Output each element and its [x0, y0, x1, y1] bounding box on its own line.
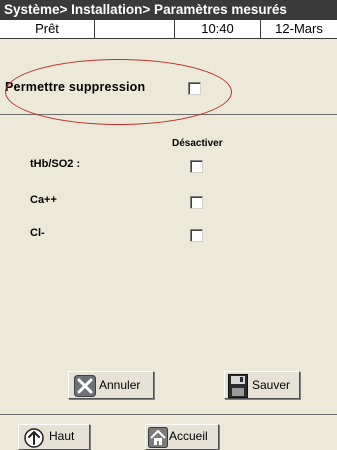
footer-separator: [0, 414, 337, 415]
save-label: Sauver: [252, 378, 291, 392]
up-label: Haut: [49, 429, 75, 443]
home-label: Accueil: [169, 429, 208, 443]
cancel-button[interactable]: Annuler: [68, 371, 154, 399]
status-time: 10:40: [174, 20, 260, 38]
home-button[interactable]: Accueil: [145, 424, 219, 450]
param-label-thb-so2: tHb/SO2 :: [30, 158, 81, 170]
home-icon: [148, 427, 168, 448]
param-label-ca: Ca++: [30, 194, 57, 206]
param-checkbox-ca[interactable]: [190, 196, 203, 209]
up-button[interactable]: Haut: [18, 424, 90, 450]
status-date: 12-Mars: [260, 20, 337, 38]
arrow-up-icon: [24, 428, 44, 448]
cancel-label: Annuler: [99, 378, 141, 392]
page-title: Système> Installation> Paramètres mesuré…: [0, 0, 337, 20]
close-x-icon: [74, 375, 96, 397]
status-bar: Prêt 10:40 12-Mars: [0, 20, 337, 39]
floppy-disk-icon: [228, 374, 248, 398]
highlight-oval: [5, 59, 232, 125]
status-state: Prêt: [35, 21, 59, 36]
param-checkbox-cl[interactable]: [190, 229, 203, 242]
status-empty-field: [94, 20, 174, 38]
param-checkbox-thb-so2[interactable]: [190, 160, 203, 173]
save-button[interactable]: Sauver: [224, 371, 300, 399]
param-label-cl: Cl-: [30, 227, 45, 239]
disable-column-header: Désactiver: [172, 138, 223, 149]
